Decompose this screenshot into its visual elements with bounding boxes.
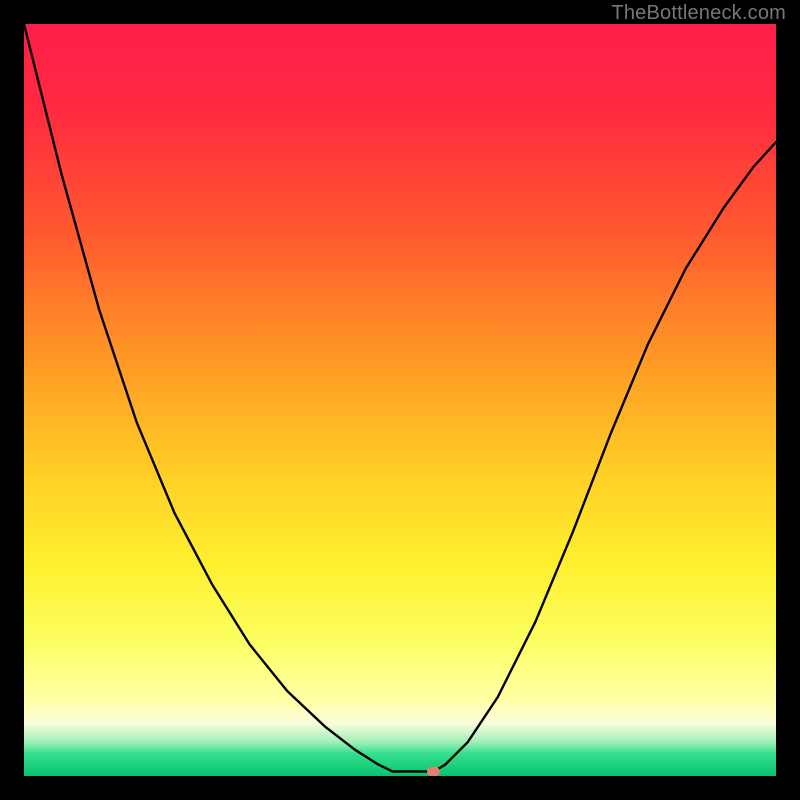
chart-frame: TheBottleneck.com	[0, 0, 800, 800]
bottleneck-curve	[24, 24, 776, 776]
curve-path	[24, 24, 776, 772]
optimal-marker	[427, 767, 440, 776]
watermark-text: TheBottleneck.com	[611, 2, 786, 25]
